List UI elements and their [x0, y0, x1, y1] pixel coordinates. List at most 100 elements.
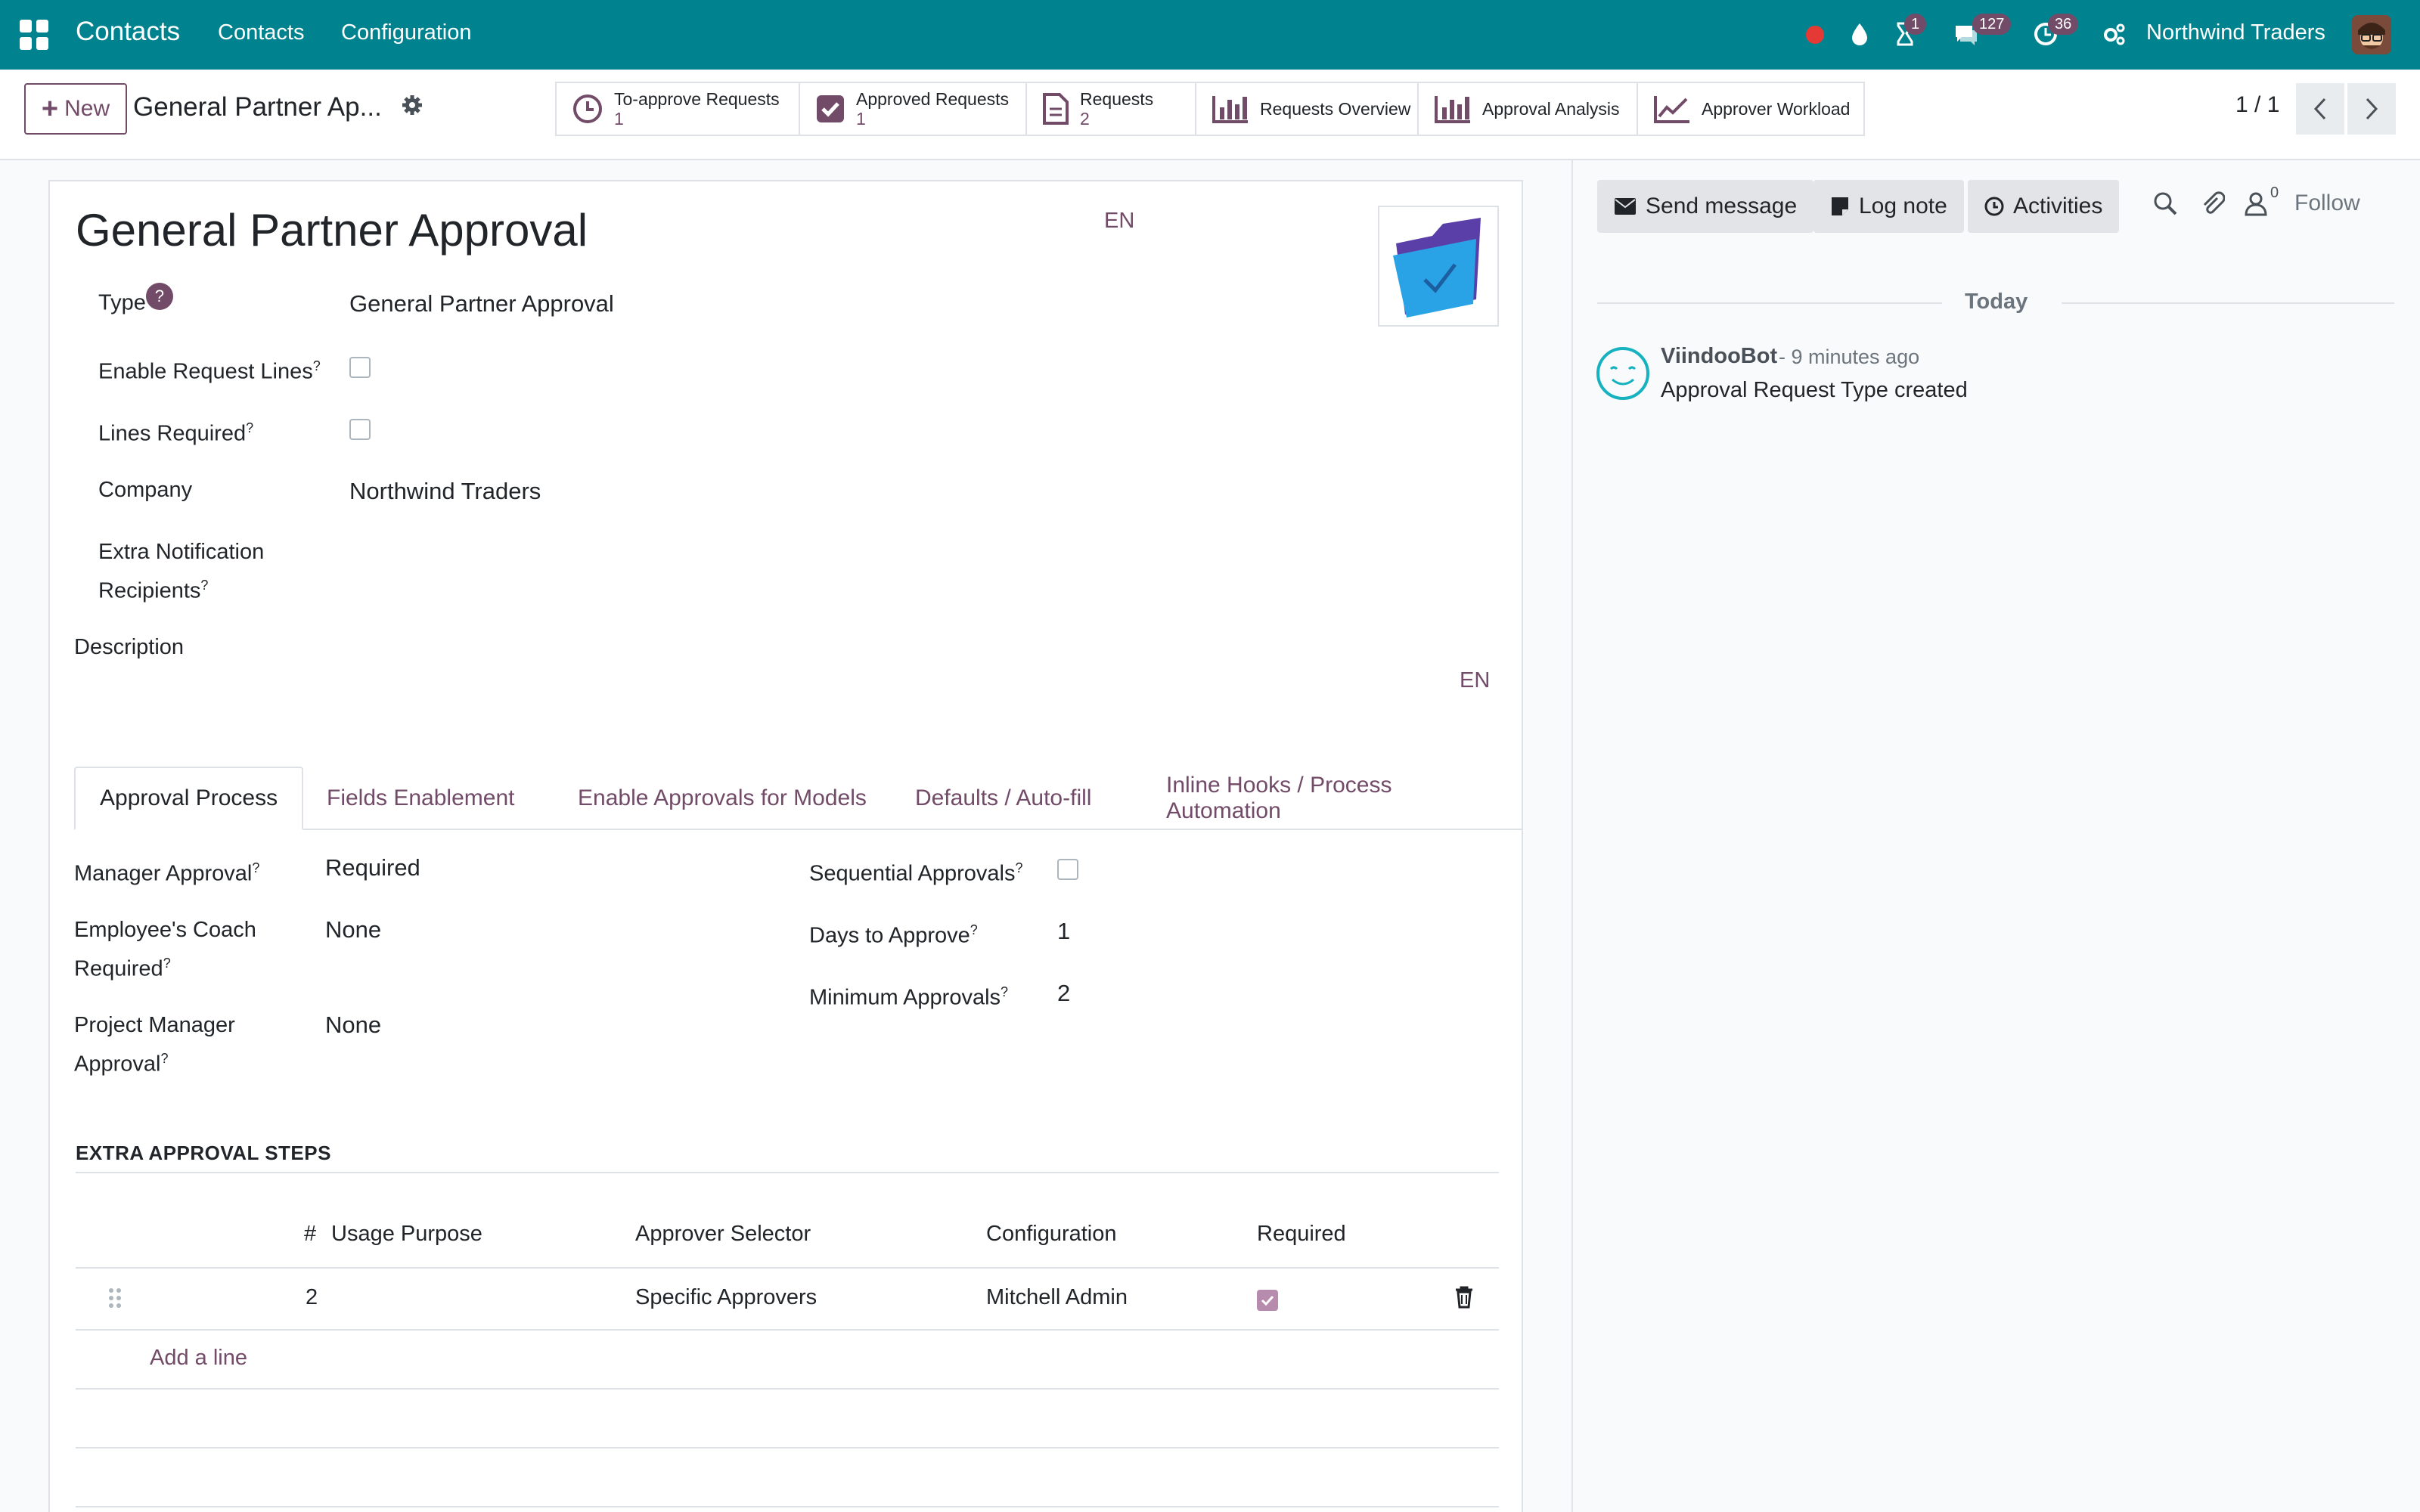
smart-button-requests-overview[interactable]: Requests Overview	[1195, 82, 1419, 136]
message-body: Approval Request Type created	[1661, 378, 1968, 402]
smart-button-approved[interactable]: Approved Requests 1	[799, 82, 1027, 136]
column-approver-selector[interactable]: Approver Selector	[635, 1222, 811, 1247]
clock-icon	[573, 94, 602, 123]
smart-button-approver-workload[interactable]: Approver Workload	[1637, 82, 1865, 136]
description-language-button[interactable]: EN	[1460, 668, 1490, 693]
lines-required-checkbox[interactable]	[349, 419, 371, 440]
date-separator-today: Today	[1965, 290, 2028, 314]
table-divider	[76, 1267, 1499, 1269]
help-tooltip-icon[interactable]: ?	[252, 860, 259, 875]
column-number[interactable]: #	[304, 1222, 316, 1247]
column-required[interactable]: Required	[1257, 1222, 1346, 1247]
smart-button-count: 1	[856, 109, 866, 129]
help-tooltip-icon[interactable]: ?	[145, 283, 173, 310]
smart-button-to-approve[interactable]: To-approve Requests 1	[555, 82, 800, 136]
manager-approval-value[interactable]: Required	[325, 854, 420, 881]
message-author[interactable]: ViindooBot	[1661, 344, 1777, 369]
paperclip-icon[interactable]	[2199, 191, 2225, 216]
help-tooltip-icon[interactable]: ?	[246, 420, 253, 435]
activities-button[interactable]: Activities	[1968, 180, 2120, 233]
bot-avatar-icon	[1596, 347, 1649, 400]
followers-icon[interactable]	[2243, 191, 2269, 216]
tab-inline-hooks[interactable]: Inline Hooks / Process Automation	[1142, 767, 1523, 830]
record-title[interactable]: General Partner Approval	[76, 204, 588, 256]
search-icon[interactable]	[2152, 191, 2178, 216]
help-tooltip-icon[interactable]: ?	[200, 578, 208, 593]
document-icon	[1043, 93, 1069, 125]
log-note-label: Log note	[1859, 194, 1947, 218]
trash-icon[interactable]	[1454, 1285, 1475, 1309]
enable-request-lines-checkbox[interactable]	[349, 357, 371, 378]
new-button-label: New	[64, 96, 110, 121]
company-switcher[interactable]: Northwind Traders	[2146, 20, 2325, 45]
row-configuration[interactable]: Mitchell Admin	[986, 1285, 1128, 1310]
user-avatar[interactable]	[2352, 15, 2391, 54]
checkmark-icon	[1261, 1295, 1274, 1306]
help-tooltip-icon[interactable]: ?	[1001, 984, 1008, 999]
row-number[interactable]: 2	[306, 1285, 318, 1310]
drop-icon[interactable]	[1847, 21, 1872, 47]
tab-approval-process[interactable]: Approval Process	[74, 767, 304, 830]
line-chart-icon	[1654, 96, 1689, 123]
add-line-link[interactable]: Add a line	[150, 1346, 247, 1371]
smart-button-label: Requests	[1080, 89, 1154, 109]
days-to-approve-value[interactable]: 1	[1057, 918, 1070, 945]
pager-value[interactable]: 1 / 1	[2235, 92, 2279, 118]
new-button[interactable]: + New	[24, 83, 127, 135]
log-note-button[interactable]: Log note	[1813, 180, 1964, 233]
tab-enable-approvals-for-models[interactable]: Enable Approvals for Models	[554, 767, 891, 830]
help-tooltip-icon[interactable]: ?	[160, 1051, 168, 1066]
company-value[interactable]: Northwind Traders	[349, 478, 541, 505]
followers-count: 0	[2270, 184, 2279, 201]
smart-button-label: Approval Analysis	[1482, 98, 1620, 119]
smart-button-label: To-approve Requests	[614, 89, 780, 109]
smart-button-approval-analysis[interactable]: Approval Analysis	[1417, 82, 1638, 136]
minimum-approvals-value[interactable]: 2	[1057, 980, 1070, 1007]
breadcrumb-record-name[interactable]: General Partner Ap...	[133, 92, 382, 122]
help-tooltip-icon[interactable]: ?	[163, 956, 171, 971]
type-value[interactable]: General Partner Approval	[349, 290, 614, 318]
smart-button-requests[interactable]: Requests 2	[1025, 82, 1196, 136]
minimum-approvals-label: Minimum Approvals?	[809, 984, 1009, 1010]
help-tooltip-icon[interactable]: ?	[1015, 860, 1022, 875]
app-name[interactable]: Contacts	[76, 17, 180, 47]
column-configuration[interactable]: Configuration	[986, 1222, 1117, 1247]
sequential-approvals-checkbox[interactable]	[1057, 859, 1078, 880]
title-language-button[interactable]: EN	[1104, 209, 1134, 234]
plus-icon: +	[41, 93, 59, 125]
manager-approval-label: Manager Approval?	[74, 860, 260, 886]
menu-contacts[interactable]: Contacts	[218, 20, 304, 45]
extra-approval-steps-title: EXTRA APPROVAL STEPS	[76, 1142, 331, 1164]
record-image[interactable]	[1378, 206, 1499, 327]
gear-icon[interactable]	[399, 92, 425, 118]
follow-button[interactable]: Follow	[2294, 191, 2360, 216]
pager-previous-button[interactable]	[2296, 83, 2344, 135]
project-manager-approval-value[interactable]: None	[325, 1012, 381, 1039]
coach-required-value[interactable]: None	[325, 916, 381, 943]
lines-required-label: Lines Required?	[98, 420, 254, 446]
smart-button-label: Requests Overview	[1260, 98, 1411, 119]
date-divider	[1597, 302, 1942, 304]
settings-gears-icon[interactable]	[2101, 21, 2127, 47]
send-message-button[interactable]: Send message	[1597, 180, 1814, 233]
chevron-right-icon	[2366, 98, 2378, 120]
chevron-left-icon	[2313, 98, 2326, 120]
drag-handle-icon[interactable]	[107, 1287, 123, 1309]
help-tooltip-icon[interactable]: ?	[313, 358, 321, 373]
row-required-checkbox[interactable]	[1257, 1290, 1278, 1311]
menu-configuration[interactable]: Configuration	[341, 20, 472, 45]
tab-fields-enablement[interactable]: Fields Enablement	[302, 767, 538, 830]
pager-next-button[interactable]	[2347, 83, 2396, 135]
smart-button-count: 2	[1080, 109, 1090, 129]
tab-defaults-autofill[interactable]: Defaults / Auto-fill	[891, 767, 1115, 830]
sequential-approvals-label: Sequential Approvals?	[809, 860, 1023, 886]
type-label: Type?	[98, 283, 173, 320]
row-approver-selector[interactable]: Specific Approvers	[635, 1285, 817, 1310]
messages-badge: 127	[1972, 14, 2012, 35]
column-usage-purpose[interactable]: Usage Purpose	[331, 1222, 482, 1247]
record-dot-icon[interactable]	[1804, 24, 1826, 45]
enable-request-lines-label: Enable Request Lines?	[98, 358, 321, 384]
apps-menu-icon[interactable]	[20, 20, 50, 50]
help-tooltip-icon[interactable]: ?	[970, 922, 978, 937]
smart-button-label: Approver Workload	[1702, 98, 1851, 119]
